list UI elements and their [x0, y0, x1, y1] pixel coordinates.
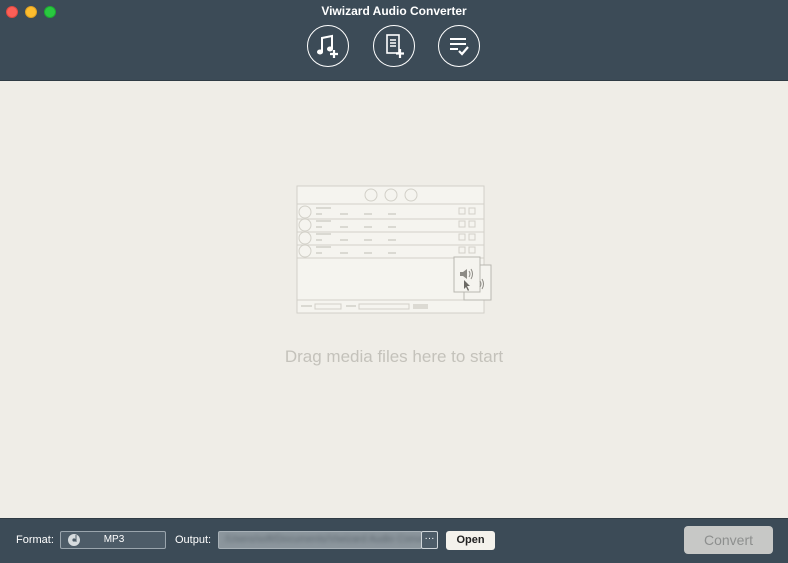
- music-add-icon: [317, 34, 338, 58]
- checklist-icon: [450, 38, 469, 56]
- title-bar: Viwizard Audio Converter: [0, 0, 788, 81]
- output-path-field[interactable]: /Users/soft/Documents/Viwizard Audio Con…: [218, 531, 422, 549]
- browse-output-button[interactable]: ···: [421, 531, 438, 549]
- window-title: Viwizard Audio Converter: [321, 4, 467, 18]
- converted-list-button[interactable]: [438, 25, 480, 67]
- convert-button[interactable]: Convert: [684, 526, 773, 554]
- drop-hint-text: Drag media files here to start: [284, 347, 504, 366]
- output-path: /Users/soft/Documents/Viwizard Audio Con…: [225, 534, 422, 545]
- open-output-button[interactable]: Open: [446, 531, 495, 550]
- output-label: Output:: [175, 534, 212, 546]
- drop-zone[interactable]: Drag media files here to start: [0, 81, 788, 518]
- format-select[interactable]: MP3: [60, 531, 166, 549]
- add-music-button[interactable]: [307, 25, 349, 67]
- format-label: Format:: [16, 534, 54, 546]
- file-add-icon: [386, 34, 404, 58]
- add-file-button[interactable]: [373, 25, 415, 67]
- drag-illustration-icon: [296, 185, 492, 314]
- bottom-bar: Format: MP3 Output: /Users/soft/Document…: [0, 518, 788, 563]
- format-value: MP3: [103, 534, 125, 545]
